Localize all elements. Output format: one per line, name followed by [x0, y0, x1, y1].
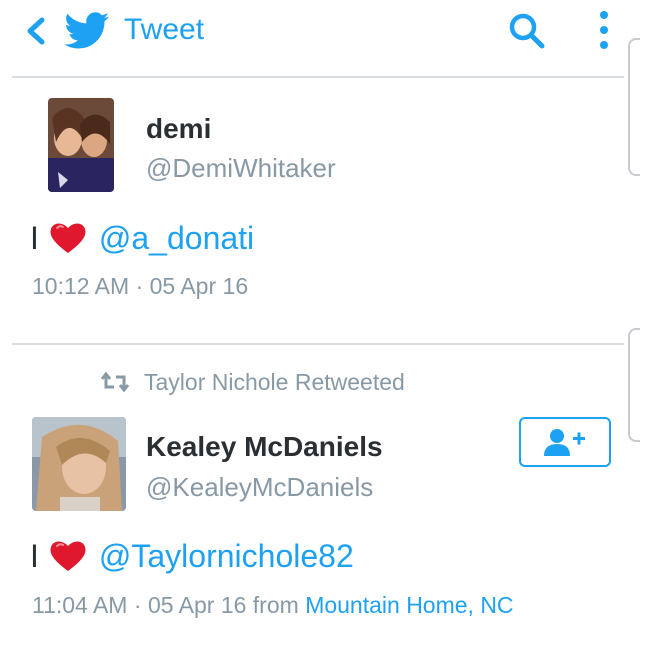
avatar[interactable]	[32, 417, 126, 511]
user-handle[interactable]: @KealeyMcDaniels	[146, 471, 373, 503]
tweet-text-prefix: I	[30, 220, 39, 256]
heart-icon	[50, 223, 86, 253]
chevron-left-icon	[27, 17, 45, 45]
add-user-icon	[544, 429, 585, 456]
scroll-edge	[628, 328, 640, 442]
tweet-meta: 10:12 AM · 05 Apr 16	[32, 272, 248, 300]
more-vertical-icon	[600, 11, 608, 49]
tweet-time: 10:12 AM	[32, 273, 130, 299]
tweet-text: I @Taylornichole82	[30, 536, 354, 576]
location-link[interactable]: Mountain Home, NC	[305, 592, 513, 618]
mention-link[interactable]: @Taylornichole82	[99, 536, 354, 576]
display-name[interactable]: demi	[146, 112, 211, 146]
retweeted-by-label[interactable]: Taylor Nichole Retweeted	[144, 368, 405, 396]
header-divider	[12, 76, 624, 78]
heart-icon	[50, 541, 86, 571]
user-handle[interactable]: @DemiWhitaker	[146, 152, 336, 184]
search-button[interactable]	[506, 10, 548, 52]
tweet-date: 05 Apr 16	[149, 273, 249, 299]
avatar[interactable]	[48, 98, 114, 192]
retweet-icon	[100, 371, 130, 393]
meta-separator: ·	[133, 592, 142, 618]
mention-link[interactable]: @a_donati	[99, 218, 254, 258]
tweet-time: 11:04 AM	[32, 592, 128, 618]
more-options-button[interactable]	[596, 10, 612, 50]
scroll-edge	[628, 38, 640, 176]
from-label: from	[252, 592, 299, 618]
retweet-context: Taylor Nichole Retweeted	[100, 368, 405, 396]
tweet-date: 05 Apr 16	[147, 592, 247, 618]
page-title: Tweet	[124, 13, 205, 46]
search-icon	[509, 13, 545, 49]
top-bar: Tweet	[0, 0, 645, 76]
tweet-text-prefix: I	[30, 538, 39, 574]
tweet-meta: 11:04 AM · 05 Apr 16 from Mountain Home,…	[32, 591, 514, 619]
meta-separator: ·	[135, 273, 144, 299]
twitter-bird-icon	[64, 12, 110, 50]
tweet-text: I @a_donati	[30, 218, 254, 258]
follow-button[interactable]	[519, 417, 611, 467]
back-button[interactable]	[22, 14, 50, 48]
display-name[interactable]: Kealey McDaniels	[146, 430, 383, 464]
tweet-divider	[12, 343, 624, 345]
